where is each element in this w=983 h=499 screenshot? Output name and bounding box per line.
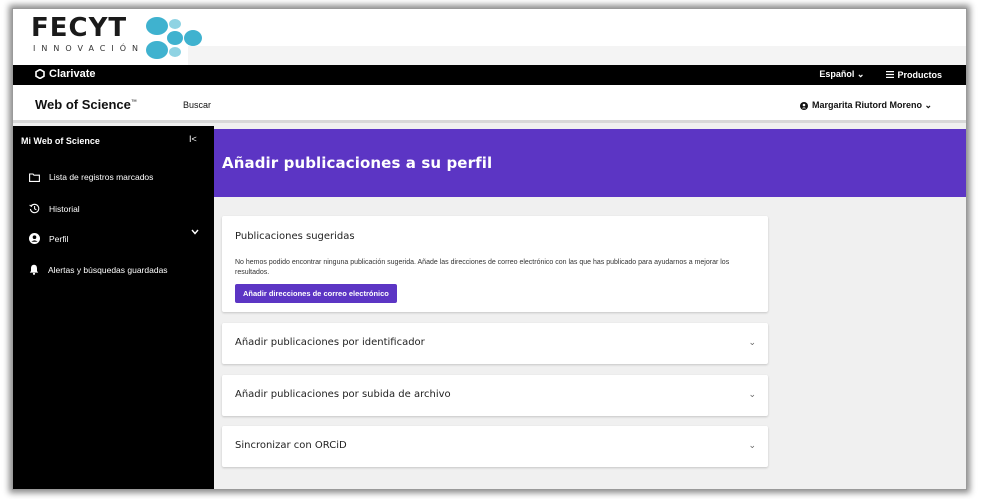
sidebar-item-alerts[interactable]: Alertas y búsquedas guardadas xyxy=(29,264,168,275)
sidebar-item-label: Alertas y búsquedas guardadas xyxy=(48,264,168,275)
sidebar-item-label: Lista de registros marcados xyxy=(49,172,154,182)
fecyt-logo[interactable]: FECYT INNOVACIÓN xyxy=(31,13,202,63)
suggested-publications-card: Publicaciones sugeridas No hemos podido … xyxy=(222,216,768,312)
chevron-down-icon[interactable]: ⌄ xyxy=(748,389,756,400)
chevron-down-icon[interactable]: ⌄ xyxy=(748,337,756,348)
clarivate-mark-icon xyxy=(35,69,45,79)
chevron-down-icon[interactable] xyxy=(191,229,199,235)
user-icon xyxy=(29,233,40,244)
card-title: Publicaciones sugeridas xyxy=(235,231,355,242)
sidebar-collapse-button[interactable]: I< xyxy=(189,134,197,144)
search-link[interactable]: Buscar xyxy=(183,100,211,110)
header-strip xyxy=(188,46,966,65)
user-icon xyxy=(799,101,808,110)
accordion-title: Añadir publicaciones por subida de archi… xyxy=(235,389,451,400)
accordion-add-by-file-upload[interactable]: Añadir publicaciones por subida de archi… xyxy=(222,375,768,416)
sidebar-title: Mi Web of Science xyxy=(21,136,100,146)
main-content: Añadir publicaciones a su perfil Publica… xyxy=(214,126,966,489)
fecyt-header: FECYT INNOVACIÓN xyxy=(13,9,966,65)
history-icon xyxy=(29,203,40,214)
accordion-title: Añadir publicaciones por identificador xyxy=(235,337,425,348)
browser-frame: FECYT INNOVACIÓN Clarivate Español ⌄ Pro… xyxy=(12,8,967,490)
sidebar: Mi Web of Science I< Lista de registros … xyxy=(13,126,214,489)
accordion-sync-orcid[interactable]: Sincronizar con ORCiD ⌄ xyxy=(222,426,768,467)
language-select[interactable]: Español ⌄ xyxy=(819,69,864,80)
clarivate-logo[interactable]: Clarivate xyxy=(35,68,95,80)
sidebar-item-profile[interactable]: Perfil xyxy=(29,233,68,244)
user-menu[interactable]: Margarita Riutord Moreno ⌄ xyxy=(799,100,932,111)
card-description: No hemos podido encontrar ninguna public… xyxy=(235,259,730,276)
page-banner: Añadir publicaciones a su perfil xyxy=(214,129,966,197)
wos-logo[interactable]: Web of Science™ xyxy=(35,97,137,112)
sidebar-item-history[interactable]: Historial xyxy=(29,203,80,214)
clarivate-brand-text: Clarivate xyxy=(49,68,96,80)
wos-header: Web of Science™ Buscar Margarita Riutord… xyxy=(13,85,966,123)
menu-icon xyxy=(886,71,895,78)
chevron-down-icon[interactable]: ⌄ xyxy=(748,440,756,451)
accordion-add-by-identifier[interactable]: Añadir publicaciones por identificador ⌄ xyxy=(222,323,768,364)
topbar-menu: Español ⌄ Productos xyxy=(819,69,942,80)
user-name: Margarita Riutord Moreno ⌄ xyxy=(811,100,932,110)
sidebar-item-label: Perfil xyxy=(49,233,69,244)
products-label: Productos xyxy=(897,69,942,80)
clarivate-bar: Clarivate Español ⌄ Productos xyxy=(13,65,966,85)
fecyt-logo-text: FECYT xyxy=(31,13,128,43)
bell-icon xyxy=(29,264,39,275)
fecyt-logo-mark-icon xyxy=(146,17,202,59)
folder-icon xyxy=(29,172,40,182)
fecyt-logo-subtitle: INNOVACIÓN xyxy=(33,44,145,53)
wos-logo-text: Web of Science xyxy=(35,97,131,112)
accordion-title: Sincronizar con ORCiD xyxy=(235,440,347,451)
add-email-button[interactable]: Añadir direcciones de correo electrónico xyxy=(235,284,397,303)
products-menu[interactable]: Productos xyxy=(886,69,942,80)
page-title: Añadir publicaciones a su perfil xyxy=(222,154,493,172)
sidebar-item-marked-list[interactable]: Lista de registros marcados xyxy=(29,172,153,182)
wos-trademark: ™ xyxy=(130,99,137,106)
sidebar-item-label: Historial xyxy=(49,203,80,214)
